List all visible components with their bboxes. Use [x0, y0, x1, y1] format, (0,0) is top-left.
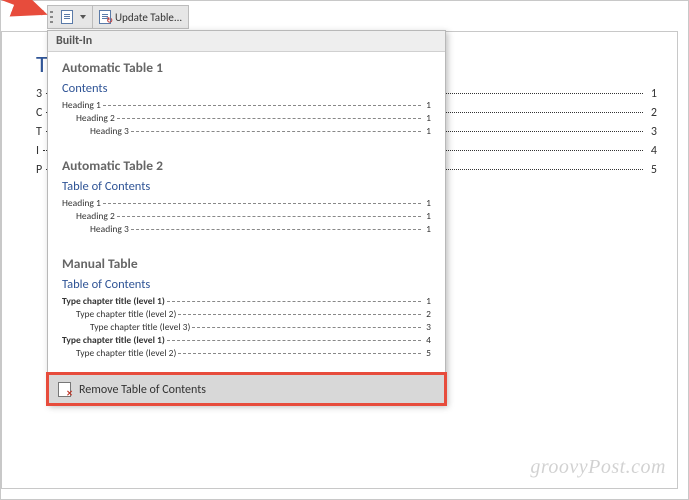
doc-row-page: 3	[647, 125, 657, 139]
annotation-arrow	[0, 0, 61, 25]
preview-line: Type chapter title (level 2)2	[62, 308, 431, 320]
preview-line: Heading 21	[62, 210, 431, 222]
doc-row-page: 2	[647, 106, 657, 120]
preview-line: Type chapter title (level 1)1	[62, 295, 431, 307]
doc-row-page: 5	[647, 163, 657, 177]
chevron-down-icon	[80, 15, 86, 19]
doc-row-page: 1	[647, 87, 657, 101]
gallery-section-header: Built-In	[48, 31, 445, 52]
doc-row-fragment: I	[36, 144, 39, 158]
document-icon	[61, 10, 73, 24]
update-table-button[interactable]: Update Table...	[93, 6, 188, 28]
preview-line: Heading 11	[62, 197, 431, 209]
doc-row-fragment: T	[36, 125, 42, 139]
preview-line: Heading 11	[62, 99, 431, 111]
remove-document-icon	[58, 382, 71, 397]
refresh-document-icon	[99, 10, 111, 24]
update-table-label: Update Table...	[115, 11, 182, 24]
toc-gallery-dropdown: Built-In Automatic Table 1Contents Headin…	[47, 30, 446, 405]
preview-title: Table of Contents	[62, 277, 431, 292]
gallery-style-preview[interactable]: Contents Heading 11Heading 21Heading 31	[48, 81, 445, 150]
gallery-style-name: Automatic Table 2	[48, 150, 445, 179]
doc-row-fragment: P	[36, 163, 42, 177]
doc-row-page: 4	[647, 144, 657, 158]
preview-title: Table of Contents	[62, 179, 431, 194]
gallery-style-preview[interactable]: Table of Contents Type chapter title (lev…	[48, 277, 445, 372]
preview-line: Type chapter title (level 1)4	[62, 334, 431, 346]
preview-line: Heading 21	[62, 112, 431, 124]
gallery-style-name: Automatic Table 1	[48, 52, 445, 81]
preview-line: Heading 31	[62, 223, 431, 235]
preview-line: Heading 31	[62, 125, 431, 137]
remove-toc-label: Remove Table of Contents	[79, 383, 206, 397]
doc-row-fragment: C	[36, 106, 42, 120]
preview-line: Type chapter title (level 3)3	[62, 321, 431, 333]
doc-row-fragment: 3	[36, 87, 42, 101]
gallery-style-name: Manual Table	[48, 248, 445, 277]
remove-toc-button[interactable]: Remove Table of Contents	[48, 374, 445, 404]
preview-title: Contents	[62, 81, 431, 96]
preview-line: Type chapter title (level 2)5	[62, 347, 431, 359]
watermark-text: groovyPost.com	[530, 456, 666, 479]
toc-mini-toolbar: Update Table...	[47, 5, 189, 29]
gallery-style-preview[interactable]: Table of Contents Heading 11Heading 21Hea…	[48, 179, 445, 248]
